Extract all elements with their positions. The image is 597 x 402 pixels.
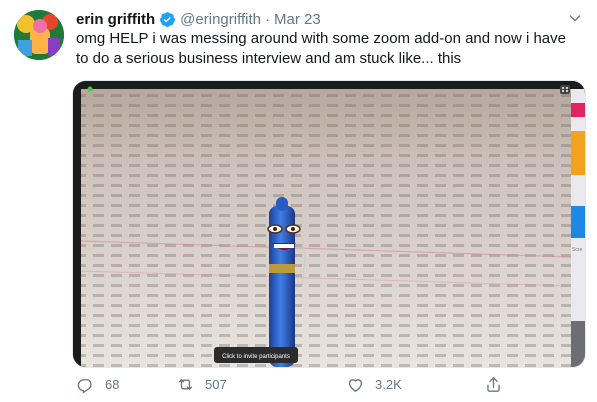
chevron-down-icon[interactable] bbox=[567, 10, 583, 26]
retweet-icon bbox=[178, 378, 193, 390]
side-panel-label: Scre bbox=[572, 247, 583, 253]
tweet-header: erin griffith @eringriffith · Mar 23 bbox=[76, 8, 583, 30]
reply-icon bbox=[77, 378, 92, 393]
avatar-image bbox=[14, 10, 64, 60]
tweet-actions: 68 507 3.2K bbox=[76, 372, 506, 396]
reply-button[interactable]: 68 bbox=[76, 375, 119, 394]
retweet-count: 507 bbox=[205, 376, 227, 392]
tweet-date[interactable]: Mar 23 bbox=[274, 11, 321, 28]
author-name[interactable]: erin griffith bbox=[76, 11, 155, 28]
reply-count: 68 bbox=[105, 376, 120, 392]
tweet-media[interactable]: Scre Click to invite participants bbox=[72, 80, 586, 368]
author-handle[interactable]: @eringriffith bbox=[180, 11, 261, 28]
share-icon bbox=[487, 376, 500, 392]
avatar[interactable] bbox=[14, 10, 64, 60]
invite-tooltip: Click to invite participants bbox=[222, 354, 290, 360]
like-count: 3.2K bbox=[375, 376, 402, 392]
verified-badge-icon bbox=[160, 11, 176, 27]
share-button[interactable] bbox=[484, 375, 513, 394]
zoom-video-image: Scre Click to invite participants bbox=[73, 81, 585, 367]
heart-icon bbox=[348, 378, 363, 392]
tweet-text: omg HELP i was messing around with some … bbox=[76, 30, 566, 67]
separator-dot: · bbox=[265, 10, 270, 28]
retweet-button[interactable]: 507 bbox=[176, 375, 227, 394]
like-button[interactable]: 3.2K bbox=[346, 375, 402, 394]
